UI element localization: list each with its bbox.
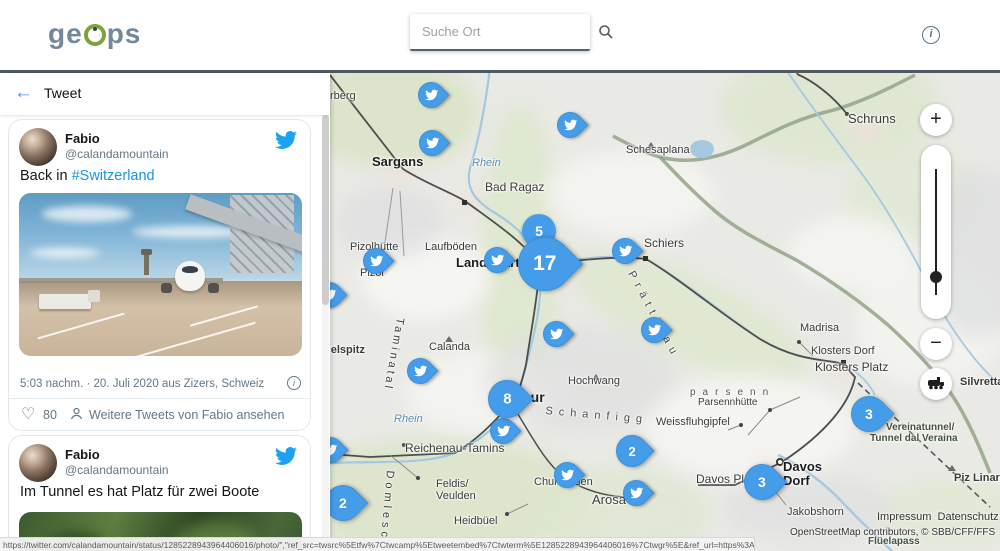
info-icon[interactable]: i [922,26,940,44]
map-label: rberg [330,90,356,102]
map-label: Madrisa [800,322,839,334]
poi-dot-weissfluhgipfel [739,423,743,427]
zoom-out-button[interactable]: − [920,328,952,360]
logo-o-dot [93,27,97,31]
map-label: gelspitz [330,344,365,356]
map-label: Silvretta [960,376,1000,388]
photo-tarmac [19,281,302,356]
photo-control-tower [144,253,149,275]
divider [9,398,311,399]
map-label: Parsennhütte [698,397,758,408]
zoom-in-button[interactable]: + [920,104,952,136]
heart-icon[interactable]: ♡ [21,404,35,424]
attribution-links: Impressum Datenschutz [877,511,999,523]
tweet-text: Im Tunnel es hat Platz für zwei Boote [20,484,259,500]
hashtag-link[interactable]: #Switzerland [72,168,155,184]
person-icon [69,406,84,426]
map-label: Klosters Dorf [811,345,875,357]
tweet-text: Back in #Switzerland [20,168,155,184]
map-label: Davos Pl [696,472,744,486]
sidebar: ← Tweet Fabio @calandamountain Back in #… [0,73,330,551]
map-label: Hochwang [568,375,620,387]
map-label: Reichenau-Tamins [405,441,504,455]
map-label: Sargans [372,154,423,169]
tweet-card[interactable]: Fabio @calandamountain Im Tunnel es hat … [8,435,311,551]
tweet-author-name: Fabio [65,131,100,146]
map-label: Schesaplana [626,144,690,156]
map-label: Arosa [592,492,626,507]
more-tweets-link[interactable]: Weitere Tweets von Fabio ansehen [89,408,285,422]
sidebar-title: Tweet [44,85,81,101]
baselayer-train-button[interactable] [920,368,952,400]
map-label: Veulden [436,490,476,502]
impressum-link[interactable]: Impressum [877,511,931,523]
map-label: Laufböden [425,241,477,253]
logo-text-right: ps [107,17,142,51]
map-label: Rhein [472,157,501,169]
map-label: Schruns [848,111,896,126]
avatar[interactable] [19,444,57,482]
geops-logo[interactable]: ge ps [48,17,141,51]
avatar[interactable] [19,128,57,166]
zoom-slider-handle[interactable] [930,271,942,283]
map-label: Schiers [644,236,684,250]
tweet-author-handle: @calandamountain [65,147,169,161]
back-arrow-icon[interactable]: ← [14,82,33,104]
twitter-logo-icon[interactable] [275,445,297,467]
station-square-bad-ragaz [462,200,467,205]
tweet-author-name: Fabio [65,447,100,462]
content-area: rberg Sargans Rhein Bad Ragaz Schesaplan… [0,70,1000,551]
sidebar-scrollbar-thumb[interactable] [322,115,329,305]
map-label: Piz Linard [954,472,1000,484]
map-label: Heidbüel [454,515,497,527]
map-label: Tunnel dal Veraina [870,433,958,444]
app: ge ps i [0,0,1000,551]
datenschutz-link[interactable]: Datenschutz [938,511,999,523]
photo-cloud [42,206,132,222]
tweet-photo[interactable] [19,193,302,356]
header: ge ps i [0,0,1000,70]
tweet-info-icon[interactable]: i [287,376,301,390]
photo-tow-truck [39,294,91,309]
like-count: 80 [43,408,57,422]
station-square-schiers [643,256,648,261]
twitter-logo-icon[interactable] [275,129,297,151]
logo-o-ring-icon [84,24,106,46]
map-label: Davos [783,459,822,474]
map-label: Bad Ragaz [485,180,544,194]
osm-attribution: OpenStreetMap contributors, © SBB/CFF/FF… [790,527,995,538]
tweet-author-handle: @calandamountain [65,463,169,477]
poi-dot-parsennhuette [768,408,772,412]
map-label: Klosters Platz [815,360,888,374]
logo-text-left: ge [48,17,83,51]
photo-engine [161,283,172,293]
peak-piz-linard-icon [948,465,956,471]
map-label: Feldis/ [436,478,468,490]
photo-airplane [175,261,205,291]
map-label: Weissfluhgipfel [656,416,730,428]
link-preview-statusbar: https://twitter.com/calandamountain/stat… [0,537,755,551]
map[interactable]: rberg Sargans Rhein Bad Ragaz Schesaplan… [330,73,1000,551]
sidebar-header: ← Tweet [0,73,330,115]
search-input[interactable] [422,24,598,39]
poi-dot-heidbueel [505,512,509,516]
tweet-card[interactable]: Fabio @calandamountain Back in #Switzerl… [8,119,311,431]
search-box [410,14,590,51]
zoom-slider[interactable] [921,145,951,319]
map-label: Vereinatunnel/ [886,422,954,433]
map-label: Dorf [783,473,810,488]
tweet-timestamp: 5:03 nachm. · 20. Juli 2020 aus Zizers, … [20,378,264,390]
map-label: Calanda [429,341,470,353]
poi-dot-feldis [416,476,420,480]
map-label: Jakobshorn [787,506,844,518]
train-icon [927,376,945,390]
search-icon[interactable] [598,17,614,47]
map-label: Rhein [394,413,423,425]
poi-dot-madrisa [797,340,801,344]
photo-engine [208,283,219,293]
